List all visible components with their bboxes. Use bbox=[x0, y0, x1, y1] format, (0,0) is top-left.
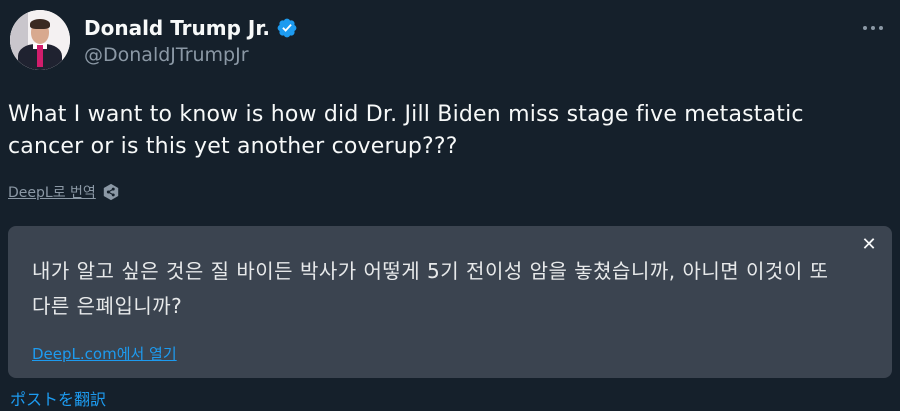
display-name[interactable]: Donald Trump Jr. bbox=[84, 16, 270, 40]
more-dot-icon bbox=[871, 26, 875, 30]
close-icon[interactable]: ✕ bbox=[860, 236, 878, 254]
deepl-translate-row: DeepL로 번역 bbox=[8, 182, 120, 202]
translate-post-link[interactable]: ポストを翻訳 bbox=[10, 386, 106, 410]
more-options-button[interactable] bbox=[860, 16, 886, 40]
avatar[interactable] bbox=[10, 10, 70, 70]
open-in-deepl-link[interactable]: DeepL.com에서 열기 bbox=[32, 343, 177, 364]
translation-text: 내가 알고 싶은 것은 질 바이든 박사가 어떻게 5기 전이성 암을 놓쳤습니… bbox=[32, 259, 829, 318]
deepl-translate-link[interactable]: DeepL로 번역 bbox=[8, 182, 96, 202]
verified-badge-icon bbox=[277, 18, 297, 38]
author-names: Donald Trump Jr. @DonaldJTrumpJr bbox=[84, 14, 298, 66]
translation-card: ✕ 내가 알고 싶은 것은 질 바이든 박사가 어떻게 5기 전이성 암을 놓쳤… bbox=[8, 226, 892, 378]
deepl-logo-icon bbox=[103, 183, 118, 201]
more-dot-icon bbox=[863, 26, 867, 30]
tweet-text: What I want to know is how did Dr. Jill … bbox=[8, 102, 804, 159]
tweet-header: Donald Trump Jr. @DonaldJTrumpJr bbox=[10, 10, 890, 74]
more-dot-icon bbox=[879, 26, 883, 30]
author-handle[interactable]: @DonaldJTrumpJr bbox=[84, 44, 298, 66]
